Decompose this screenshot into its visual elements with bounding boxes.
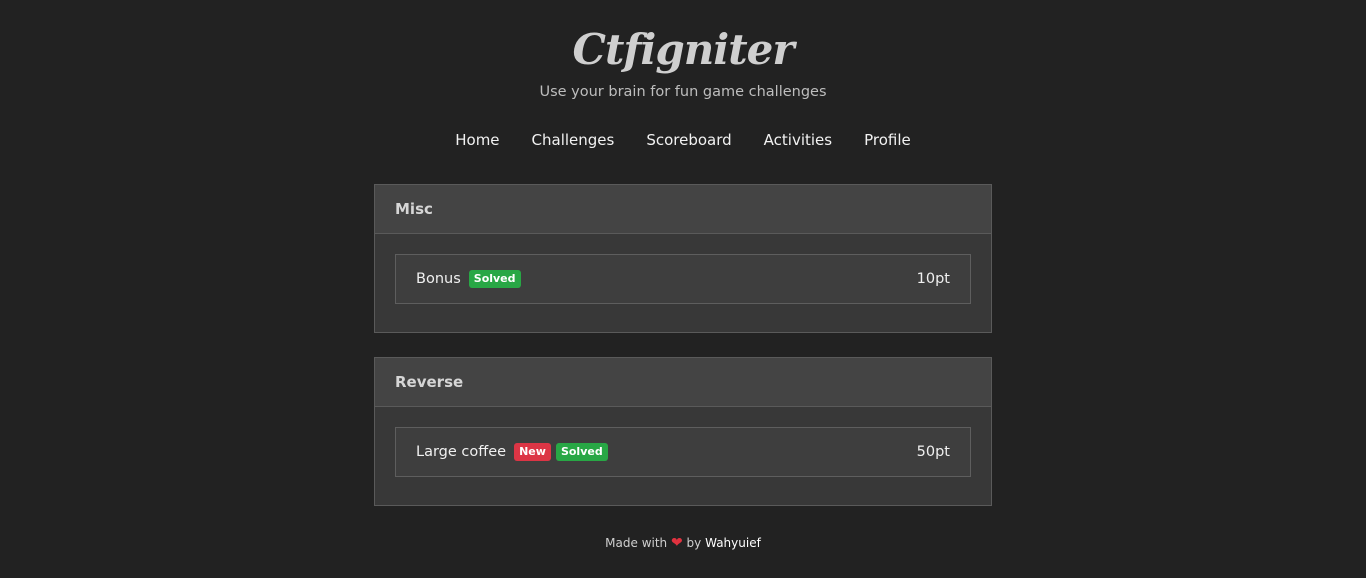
nav-item-activities[interactable]: Activities <box>748 130 848 150</box>
solved-badge: Solved <box>555 443 608 461</box>
footer-made-with: Made with <box>605 536 668 550</box>
challenge-name: Large coffee <box>416 444 507 460</box>
challenge-name: Bonus <box>416 271 461 287</box>
main-nav: Home Challenges Scoreboard Activities Pr… <box>0 130 1366 150</box>
nav-item-challenges[interactable]: Challenges <box>516 130 631 150</box>
site-footer: Made with ❤ by Wahyuief <box>0 535 1366 551</box>
challenge-info: Bonus Solved <box>416 270 521 288</box>
site-brand-logo[interactable]: Ctfigniter <box>0 24 1366 76</box>
category-body: Bonus Solved 10pt <box>375 234 991 332</box>
category-panel-reverse: Reverse Large coffee New Solved 50pt <box>374 357 992 506</box>
solved-badge: Solved <box>468 270 521 288</box>
challenge-points: 10pt <box>916 271 950 287</box>
category-body: Large coffee New Solved 50pt <box>375 407 991 505</box>
challenge-item-bonus[interactable]: Bonus Solved 10pt <box>395 254 971 304</box>
site-tagline: Use your brain for fun game challenges <box>539 84 827 100</box>
footer-by: by <box>686 536 702 550</box>
category-title: Reverse <box>375 358 991 407</box>
challenges-container: Misc Bonus Solved 10pt Reverse Large cof… <box>374 184 992 530</box>
nav-item-home[interactable]: Home <box>439 130 515 150</box>
nav-item-profile[interactable]: Profile <box>848 130 927 150</box>
category-panel-misc: Misc Bonus Solved 10pt <box>374 184 992 333</box>
challenge-points: 50pt <box>916 444 950 460</box>
author-link[interactable]: Wahyuief <box>705 536 761 550</box>
category-title: Misc <box>375 185 991 234</box>
heart-icon: ❤ <box>670 535 683 551</box>
site-header: Ctfigniter Use your brain for fun game c… <box>0 0 1366 150</box>
nav-item-scoreboard[interactable]: Scoreboard <box>630 130 747 150</box>
challenge-info: Large coffee New Solved <box>416 443 608 461</box>
new-badge: New <box>514 443 551 461</box>
challenge-item-large-coffee[interactable]: Large coffee New Solved 50pt <box>395 427 971 477</box>
